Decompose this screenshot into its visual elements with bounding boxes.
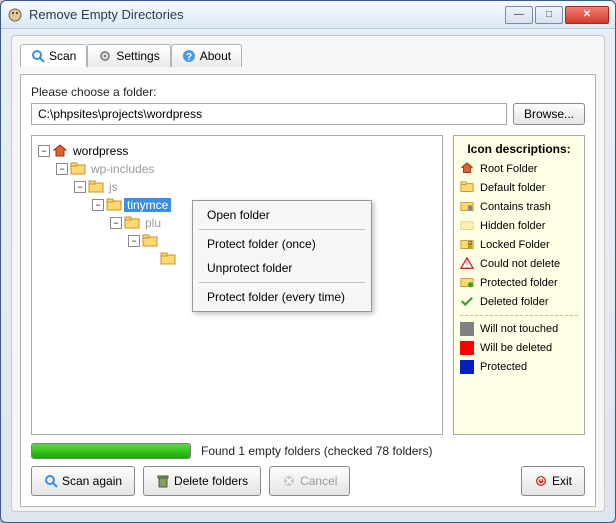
- legend-default: Default folder: [480, 182, 545, 194]
- tab-about[interactable]: ? About: [171, 44, 242, 67]
- gear-icon: [98, 49, 112, 63]
- exit-label: Exit: [552, 474, 572, 488]
- exit-button[interactable]: Exit: [521, 466, 585, 496]
- path-row: Browse...: [31, 103, 585, 125]
- folder-icon: [460, 181, 474, 195]
- swatch-will-del: [460, 341, 474, 355]
- ctx-protect-once[interactable]: Protect folder (once): [195, 232, 369, 256]
- legend-protected2: Protected: [480, 361, 527, 373]
- folder-icon: [124, 216, 140, 230]
- delete-folders-button[interactable]: Delete folders: [143, 466, 261, 496]
- context-menu: Open folder Protect folder (once) Unprot…: [192, 200, 372, 312]
- collapse-icon[interactable]: −: [56, 163, 68, 175]
- tab-scan[interactable]: Scan: [20, 44, 87, 67]
- tab-settings-label: Settings: [116, 49, 159, 63]
- choose-folder-label: Please choose a folder:: [31, 85, 585, 99]
- delete-folders-label: Delete folders: [174, 474, 248, 488]
- folder-icon: [160, 252, 176, 266]
- swatch-will-not: [460, 322, 474, 336]
- ctx-separator: [199, 229, 365, 230]
- legend-panel: Icon descriptions: Root Folder Default f…: [453, 135, 585, 435]
- ctx-open-folder[interactable]: Open folder: [195, 203, 369, 227]
- status-text: Found 1 empty folders (checked 78 folder…: [201, 444, 432, 458]
- legend-nodelete: Could not delete: [480, 258, 560, 270]
- tree-node-label-selected[interactable]: tinymce: [124, 198, 171, 212]
- progress-bar: [31, 443, 191, 459]
- ctx-protect-always[interactable]: Protect folder (every time): [195, 285, 369, 309]
- folder-icon: [70, 162, 86, 176]
- minimize-button[interactable]: —: [505, 6, 533, 24]
- ctx-unprotect[interactable]: Unprotect folder: [195, 256, 369, 280]
- lock-icon: [460, 238, 474, 252]
- tab-about-label: About: [200, 49, 231, 63]
- legend-locked: Locked Folder: [480, 239, 550, 251]
- app-icon: [7, 7, 23, 23]
- power-icon: [534, 474, 548, 488]
- swatch-protected: [460, 360, 474, 374]
- collapse-icon[interactable]: −: [128, 235, 140, 247]
- legend-separator: [460, 315, 578, 316]
- tab-panel-scan: Please choose a folder: Browse... − word…: [20, 74, 596, 507]
- legend-trash: Contains trash: [480, 201, 551, 213]
- tree-node-label[interactable]: js: [106, 180, 121, 194]
- tab-scan-label: Scan: [49, 49, 76, 63]
- folder-icon: [142, 234, 158, 248]
- legend-title: Icon descriptions:: [460, 142, 578, 156]
- root-folder-icon: [52, 144, 68, 158]
- folder-icon: [88, 180, 104, 194]
- client-area: Scan Settings ? About Please choose a fo…: [11, 35, 605, 512]
- cancel-icon: [282, 474, 296, 488]
- scan-again-button[interactable]: Scan again: [31, 466, 135, 496]
- maximize-button[interactable]: □: [535, 6, 563, 24]
- hidden-folder-icon: [460, 219, 474, 233]
- browse-button[interactable]: Browse...: [513, 103, 585, 125]
- collapse-icon[interactable]: −: [38, 145, 50, 157]
- legend-hidden: Hidden folder: [480, 220, 545, 232]
- window-controls: — □ ✕: [505, 6, 609, 24]
- legend-will-del: Will be deleted: [480, 342, 552, 354]
- window-title: Remove Empty Directories: [29, 7, 505, 22]
- folder-tree[interactable]: − wordpress − wp-includes − js: [31, 135, 443, 435]
- legend-root: Root Folder: [480, 163, 537, 175]
- help-icon: ?: [182, 49, 196, 63]
- tab-settings[interactable]: Settings: [87, 44, 170, 67]
- trash-folder-icon: [460, 200, 474, 214]
- tree-node-label[interactable]: wp-includes: [88, 162, 157, 176]
- svg-text:!: !: [466, 261, 468, 270]
- legend-protected: Protected folder: [480, 277, 558, 289]
- ctx-separator: [199, 282, 365, 283]
- trash-icon: [156, 474, 170, 488]
- collapse-icon[interactable]: −: [92, 199, 104, 211]
- search-icon: [44, 474, 58, 488]
- app-window: Remove Empty Directories — □ ✕ Scan Sett…: [0, 0, 616, 523]
- mid-area: − wordpress − wp-includes − js: [31, 135, 585, 435]
- warning-icon: !: [460, 257, 474, 271]
- cancel-button: Cancel: [269, 466, 350, 496]
- close-button[interactable]: ✕: [565, 6, 609, 24]
- spacer: [358, 466, 513, 496]
- search-icon: [31, 49, 45, 63]
- cancel-label: Cancel: [300, 474, 337, 488]
- button-row: Scan again Delete folders Cancel Exit: [31, 466, 585, 496]
- tab-bar: Scan Settings ? About: [20, 44, 596, 67]
- collapse-icon[interactable]: −: [110, 217, 122, 229]
- progress-fill: [32, 444, 190, 458]
- svg-text:?: ?: [186, 52, 192, 63]
- tree-node-label[interactable]: wordpress: [70, 144, 131, 158]
- folder-icon: [106, 198, 122, 212]
- folder-path-input[interactable]: [31, 103, 507, 125]
- titlebar: Remove Empty Directories — □ ✕: [1, 1, 615, 29]
- check-icon: [460, 295, 474, 309]
- scan-again-label: Scan again: [62, 474, 122, 488]
- progress-row: Found 1 empty folders (checked 78 folder…: [31, 443, 585, 459]
- protected-folder-icon: [460, 276, 474, 290]
- legend-deleted: Deleted folder: [480, 296, 549, 308]
- collapse-icon[interactable]: −: [74, 181, 86, 193]
- root-folder-icon: [460, 162, 474, 176]
- tree-node-label[interactable]: plu: [142, 216, 164, 230]
- legend-will-not: Will not touched: [480, 323, 558, 335]
